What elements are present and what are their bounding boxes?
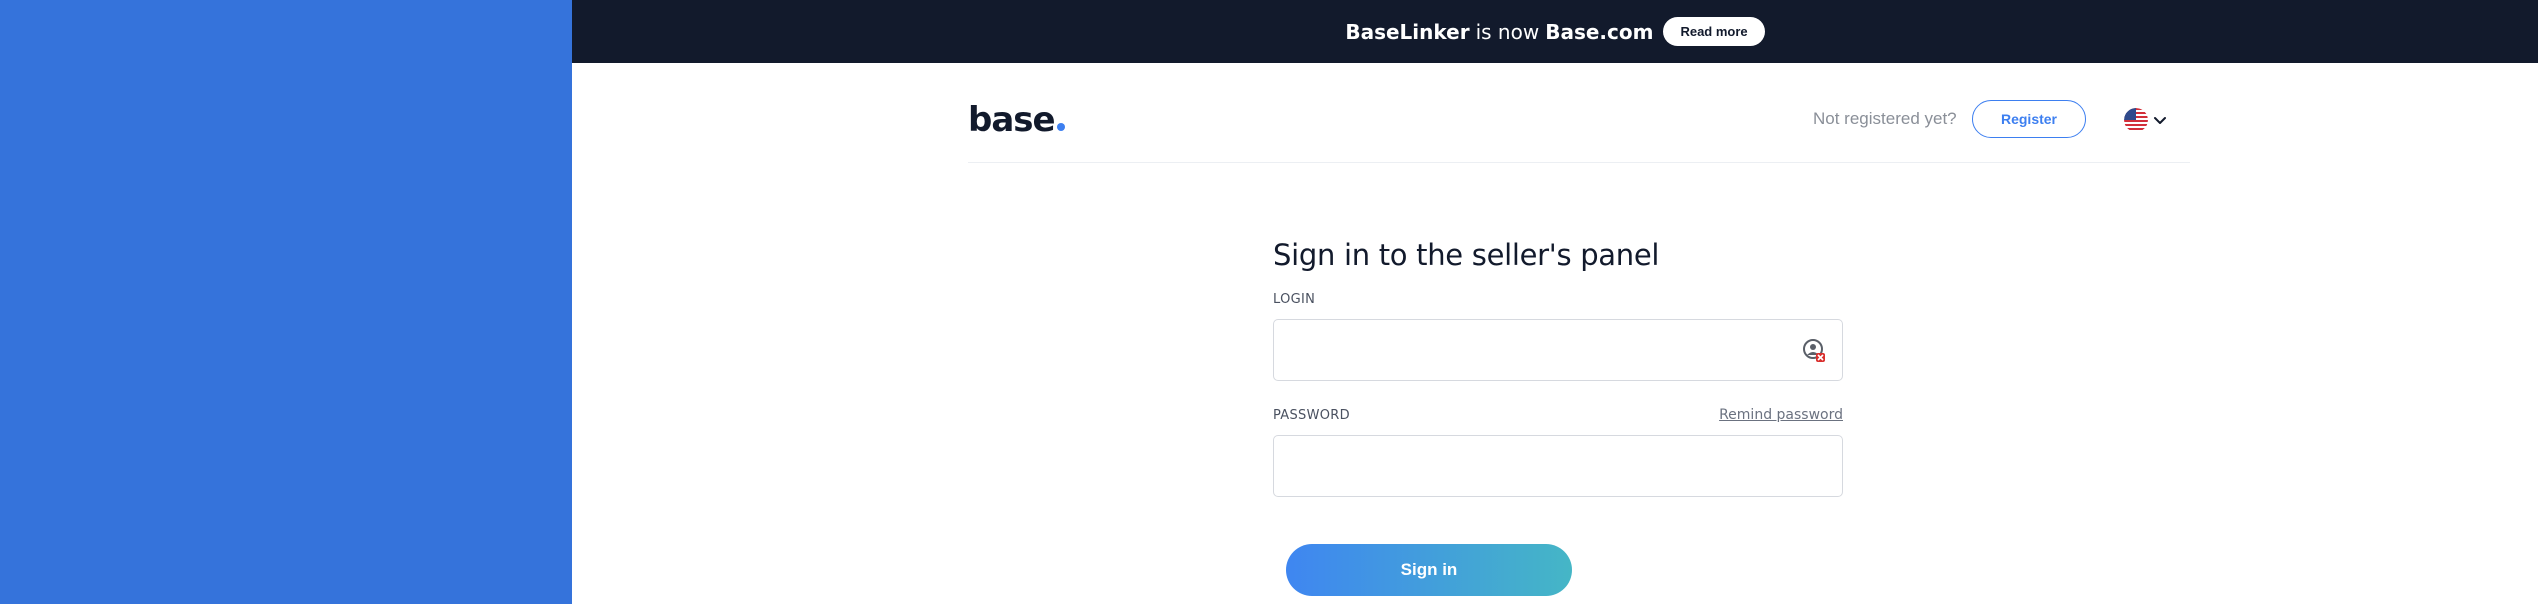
login-input[interactable]	[1273, 319, 1843, 381]
password-label: PASSWORD	[1273, 407, 1350, 423]
password-label-row: PASSWORD Remind password	[1273, 407, 1843, 423]
not-registered-text: Not registered yet?	[1813, 109, 1957, 128]
page-header: base Not registered yet? Register	[968, 63, 2190, 163]
read-more-button[interactable]: Read more	[1663, 17, 1765, 46]
login-label: LOGIN	[1273, 292, 1316, 307]
password-field-group: PASSWORD Remind password	[1273, 407, 1843, 497]
page-title: Sign in to the seller's panel	[1273, 238, 1660, 272]
password-manager-icon[interactable]	[1802, 338, 1828, 364]
login-field-group: LOGIN	[1273, 292, 1843, 381]
us-flag-icon	[2124, 108, 2148, 132]
announcement-banner: BaseLinker is now Base.com Read more	[572, 0, 2538, 63]
logo-dot-icon	[1056, 123, 1065, 131]
sign-in-button[interactable]: Sign in	[1286, 544, 1572, 596]
logo-text: base	[968, 100, 1056, 140]
register-button[interactable]: Register	[1972, 100, 2086, 138]
main-panel: BaseLinker is now Base.com Read more bas…	[572, 0, 2538, 604]
base-logo[interactable]: base	[968, 103, 1065, 137]
banner-middle-text: is now	[1475, 19, 1540, 44]
sign-in-form: Sign in to the seller's panel LOGIN PASS…	[1273, 238, 1843, 497]
banner-old-brand: BaseLinker	[1345, 19, 1470, 44]
remind-password-link[interactable]: Remind password	[1719, 407, 1843, 423]
banner-new-brand: Base.com	[1545, 19, 1654, 44]
left-side-panel	[0, 0, 572, 604]
password-input[interactable]	[1273, 435, 1843, 497]
chevron-down-icon	[2154, 117, 2166, 124]
language-selector[interactable]	[2124, 108, 2168, 132]
